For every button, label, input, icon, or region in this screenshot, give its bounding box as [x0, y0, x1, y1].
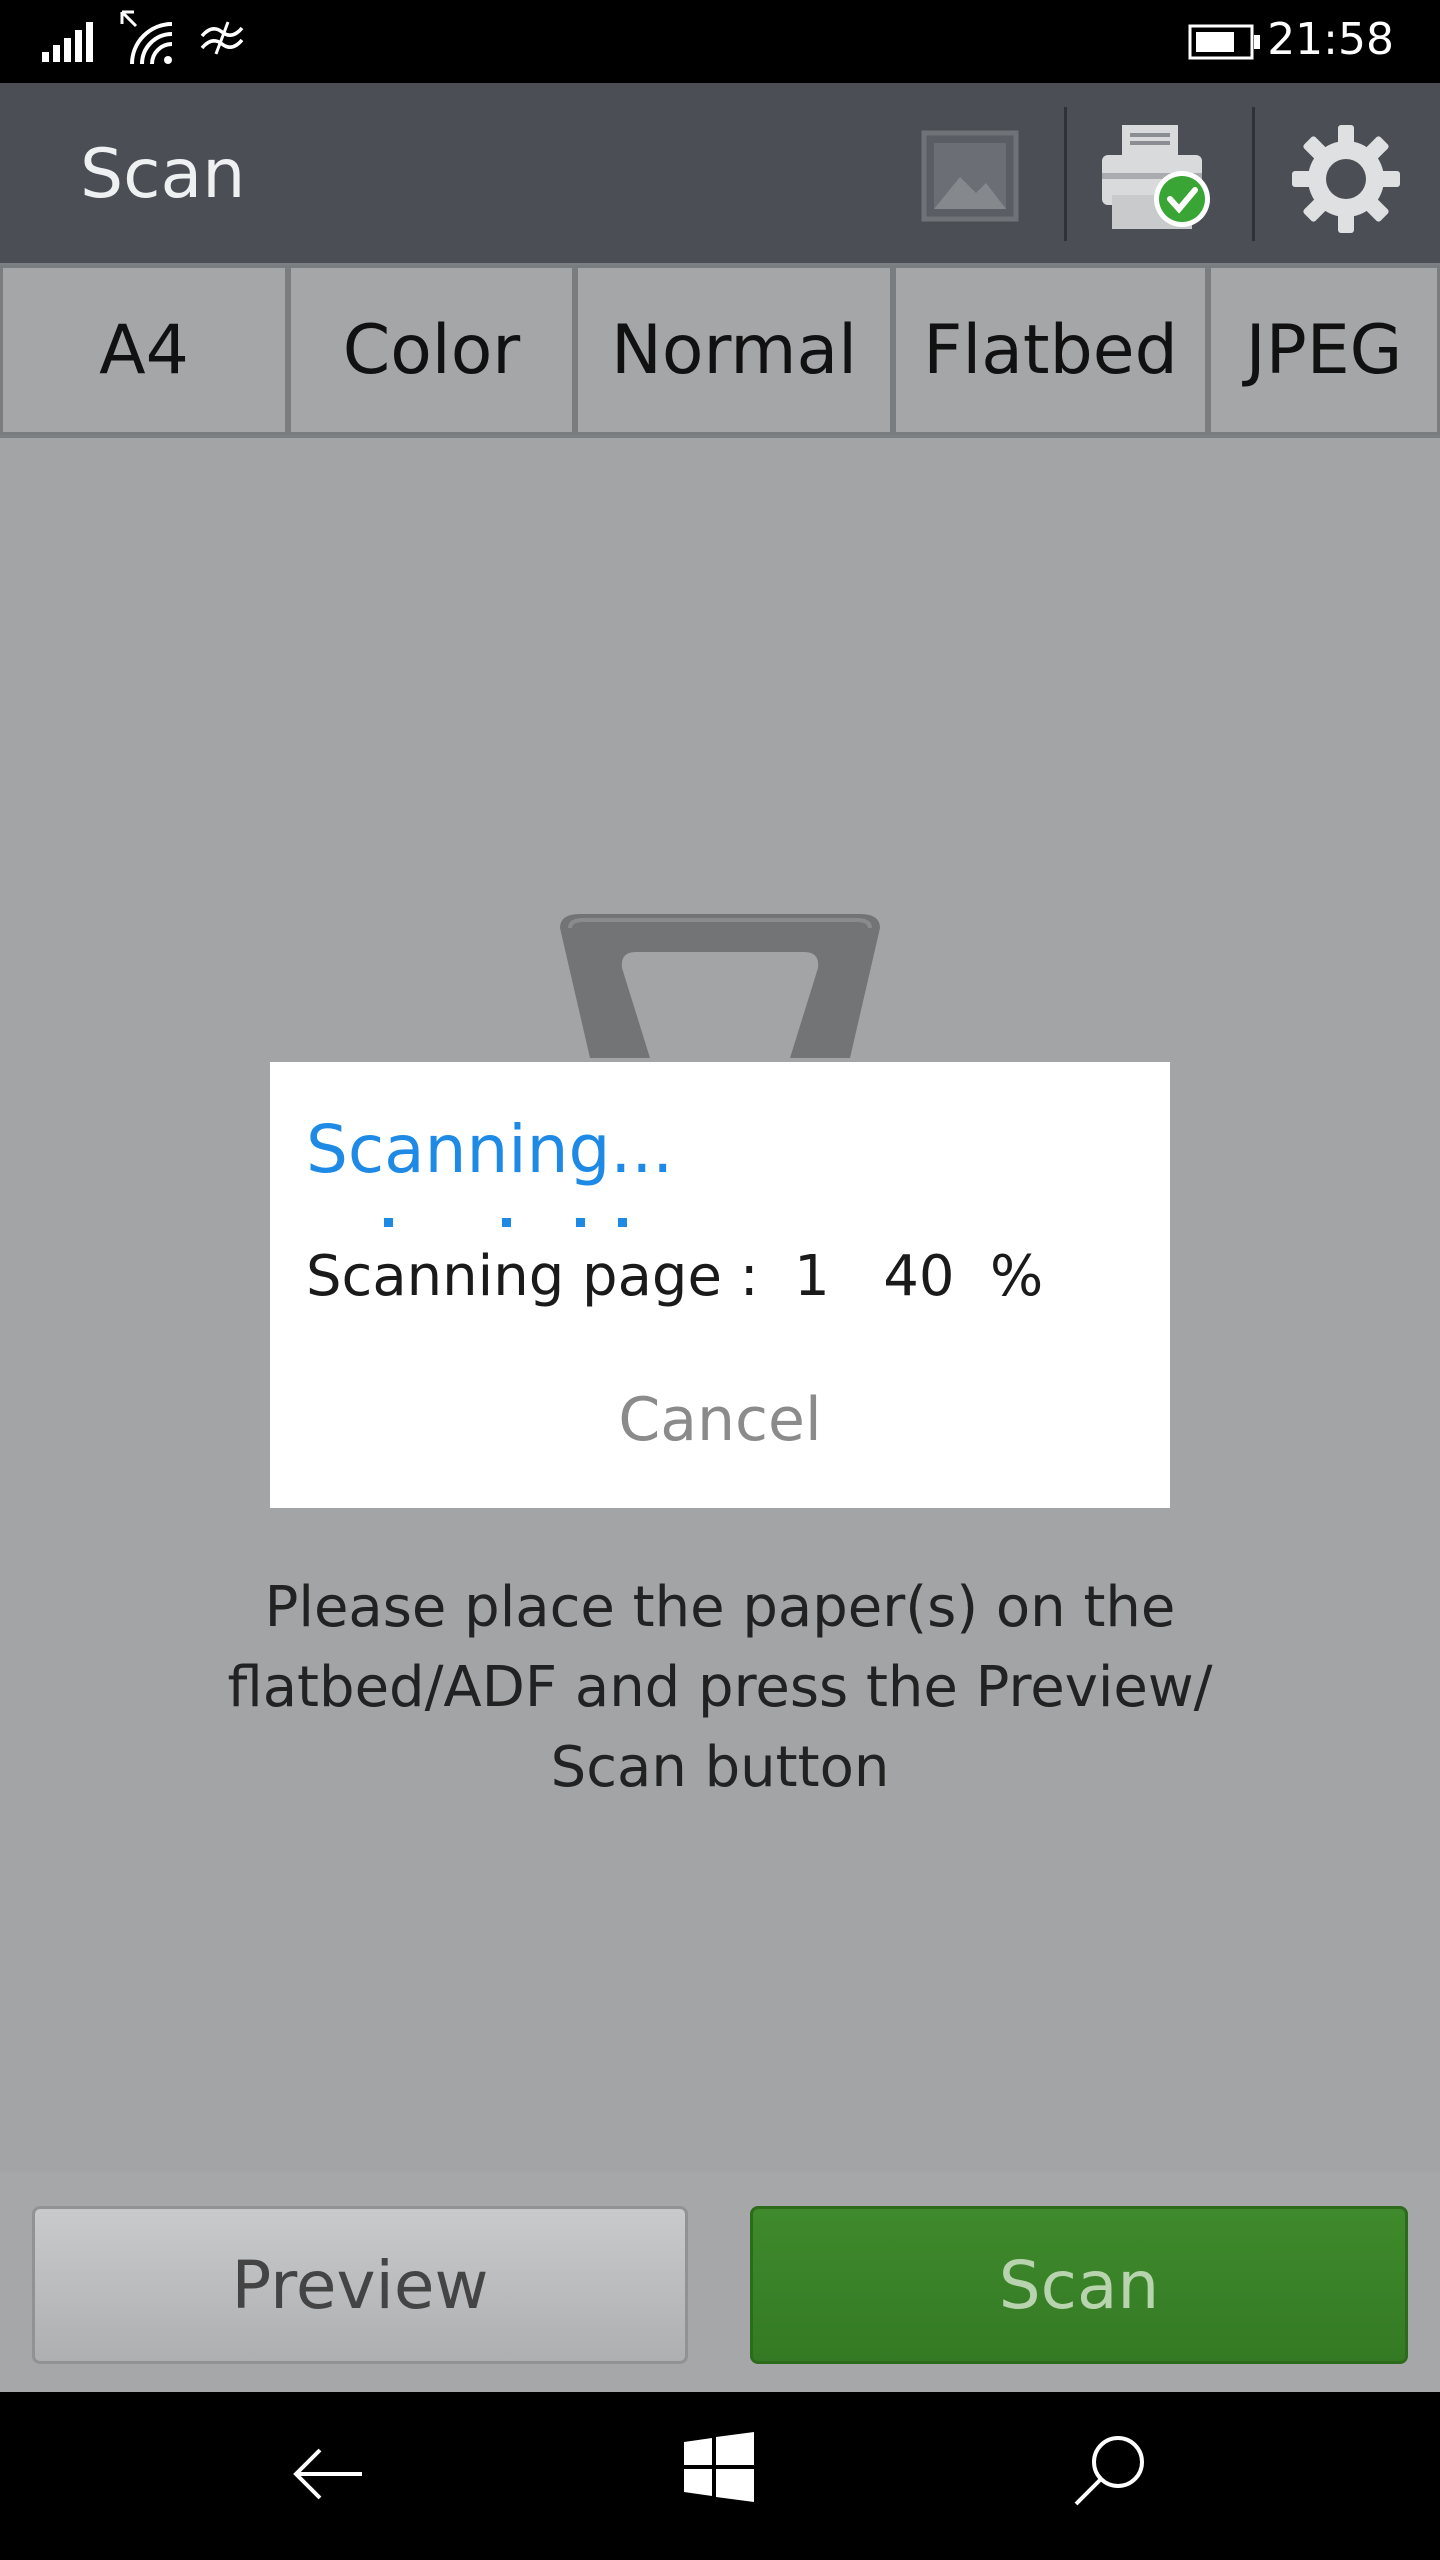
printer-ready-icon — [1102, 125, 1210, 229]
wifi-icon — [120, 10, 173, 65]
scanner-icon — [560, 914, 880, 1058]
search-icon[interactable] — [1070, 2430, 1150, 2510]
system-nav-bar — [0, 2392, 1440, 2560]
progress-dot — [502, 1218, 511, 1227]
divider — [1064, 107, 1067, 241]
preview-button[interactable]: Preview — [32, 2206, 688, 2364]
source-selector[interactable]: Flatbed — [893, 265, 1208, 435]
status-bar: 21:58 — [0, 0, 1440, 83]
wifi-calling-icon — [200, 21, 244, 55]
battery-icon — [1188, 24, 1260, 60]
progress-indicator — [270, 1218, 1170, 1228]
signal-icon — [42, 22, 93, 62]
color-mode-selector[interactable]: Color — [288, 265, 575, 435]
divider — [1252, 107, 1255, 241]
scan-settings-bar: A4 Color Normal Flatbed JPEG — [0, 263, 1440, 438]
page-title: Scan — [80, 135, 246, 214]
scan-button[interactable]: Scan — [750, 2206, 1408, 2364]
printer-status-button[interactable] — [1098, 121, 1218, 233]
image-icon — [921, 130, 1019, 222]
app-bar: Scan — [0, 83, 1440, 263]
windows-logo-icon[interactable] — [684, 2432, 754, 2502]
cancel-button[interactable]: Cancel — [270, 1380, 1170, 1460]
dialog-title: Scanning... — [306, 1111, 674, 1188]
instructions-text: Please place the paper(s) on the flatbed… — [227, 1575, 1213, 1800]
progress-dot — [576, 1218, 585, 1227]
clock: 21:58 — [1267, 14, 1394, 65]
quality-selector[interactable]: Normal — [575, 265, 893, 435]
file-format-selector[interactable]: JPEG — [1208, 265, 1440, 435]
image-button[interactable] — [920, 127, 1020, 227]
gear-icon — [1292, 125, 1400, 233]
scan-progress-text: Scanning page : 1 40 % — [306, 1244, 1044, 1309]
progress-dot — [384, 1218, 393, 1227]
action-bar: Preview Scan — [0, 2172, 1440, 2392]
paper-size-selector[interactable]: A4 — [0, 265, 288, 435]
scanning-dialog: Scanning... Scanning page : 1 40 % Cance… — [270, 1062, 1170, 1508]
back-arrow-icon[interactable] — [290, 2436, 366, 2512]
progress-dot — [618, 1218, 627, 1227]
settings-button[interactable] — [1290, 123, 1402, 235]
